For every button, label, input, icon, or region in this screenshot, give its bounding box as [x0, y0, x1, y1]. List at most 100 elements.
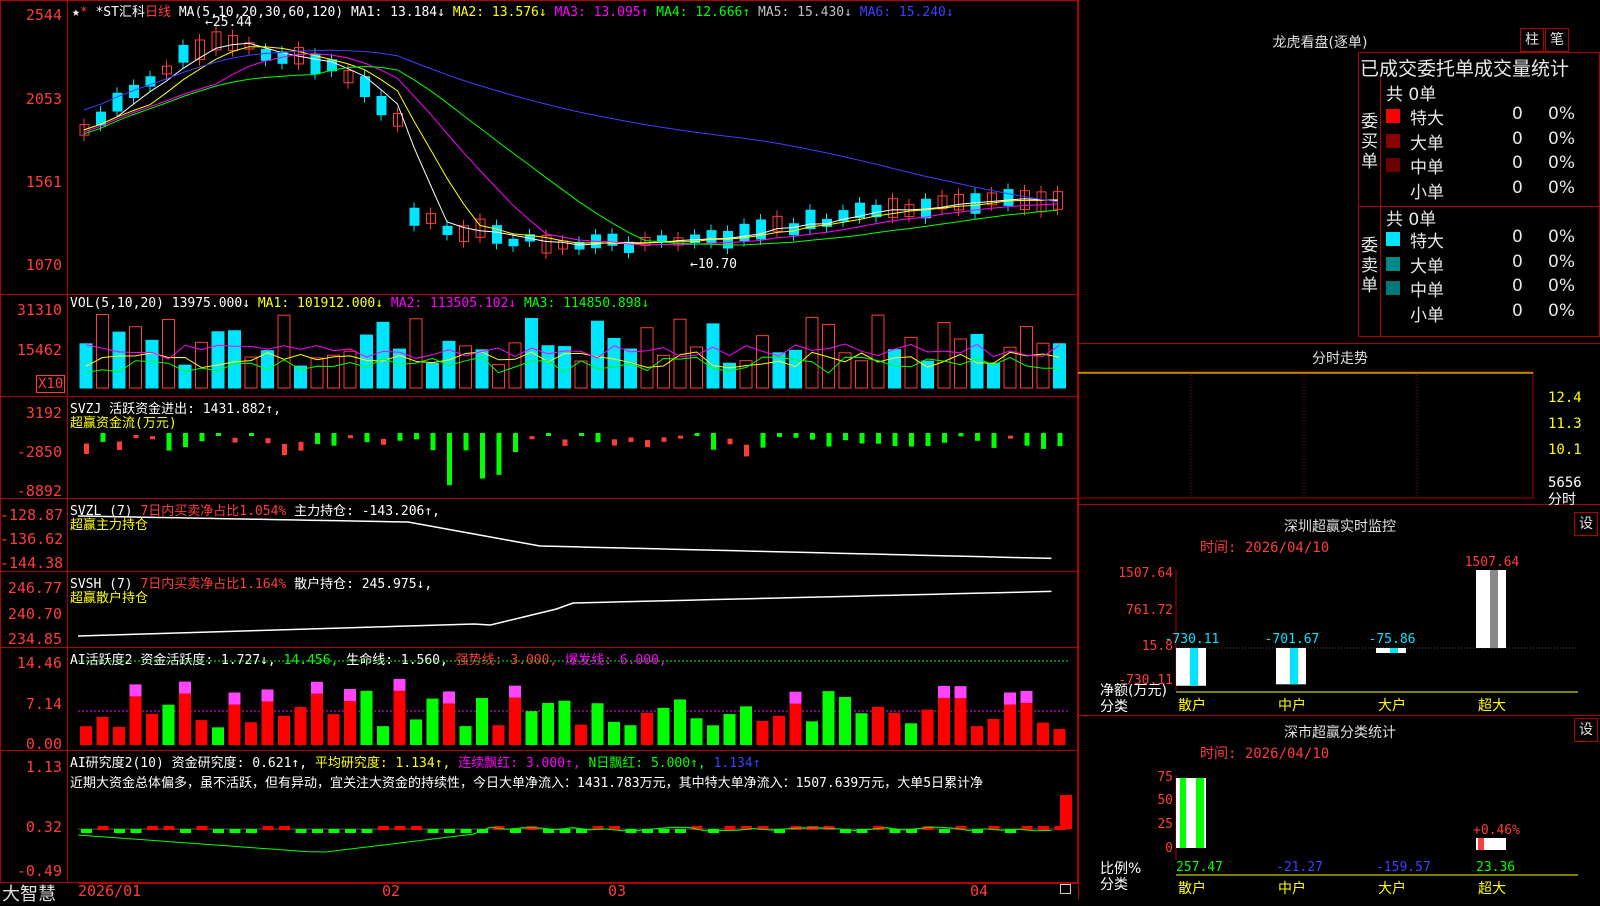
candle-body [508, 238, 519, 247]
volume-bar [129, 326, 142, 389]
flow-bar [694, 433, 700, 436]
volume-bar [558, 346, 571, 389]
classify-ytick: 0 [1165, 841, 1173, 856]
flow-bar [546, 433, 551, 436]
flow-bar [364, 433, 370, 443]
classify-ytick: 50 [1157, 793, 1173, 808]
flow-bar [628, 437, 634, 443]
ma-line [83, 42, 1058, 246]
volume-bar [327, 354, 340, 389]
research-bar [394, 826, 406, 830]
research-bar [361, 829, 373, 833]
activity-bar [723, 714, 736, 745]
flow-bar [744, 444, 749, 457]
research-bar [213, 829, 224, 833]
activity-bar [525, 711, 538, 745]
classify-ytick: 25 [1157, 817, 1173, 832]
research-bar [411, 826, 422, 830]
volume-bar [310, 357, 324, 389]
candle-body [409, 207, 420, 226]
research-bar [97, 826, 109, 830]
volume-bar [706, 323, 720, 389]
research-bar [427, 829, 439, 833]
activity-bar [146, 713, 158, 745]
activity-bar [360, 690, 373, 745]
flow-bar [414, 433, 419, 440]
activity-bar [641, 712, 653, 745]
activity-bar [179, 693, 191, 745]
classify-value: -159.57 [1376, 860, 1431, 875]
candle-body [310, 53, 321, 75]
flow-bar [529, 436, 535, 440]
activity-bar [954, 698, 967, 745]
flow-bar [430, 433, 436, 451]
flow-bar [249, 433, 254, 436]
candle-body [1003, 189, 1014, 206]
volume-bar [145, 339, 159, 389]
volume-bar [987, 362, 1000, 389]
activity-bar [492, 725, 505, 745]
activity-bar [245, 722, 257, 745]
candle-body [657, 235, 667, 243]
candle-body [178, 44, 189, 63]
activity-top [311, 681, 323, 694]
activity-bar [212, 727, 224, 745]
stock-chart-canvas: ←25.44 ←10.70 [77, 15, 1072, 853]
activity-bar [1053, 729, 1066, 745]
activity-bar [393, 690, 406, 745]
flow-bar [84, 443, 89, 454]
activity-top [1020, 690, 1033, 703]
activity-bar [476, 698, 488, 745]
volume-bar [921, 360, 934, 389]
activity-bar [938, 697, 950, 745]
activity-bar [327, 714, 340, 745]
volume-bar [409, 318, 423, 389]
flow-bar [348, 435, 353, 439]
research-bar [658, 829, 670, 833]
flow-bar [1057, 433, 1063, 447]
monitor-ytick: 1507.64 [1118, 566, 1173, 581]
monitor-value: 1507.64 [1465, 555, 1520, 570]
flow-bar [645, 440, 650, 448]
research-bar [180, 829, 191, 833]
flow-bar [232, 437, 238, 443]
main-holding-line [77, 515, 1052, 560]
activity-bar [558, 700, 571, 745]
flow-bar [975, 433, 980, 441]
activity-bar [1020, 702, 1033, 745]
flow-bar [331, 433, 337, 446]
research-bar [378, 826, 389, 830]
volume-bar [162, 318, 175, 389]
research-bar [1060, 795, 1072, 829]
volume-bar [838, 352, 852, 389]
monitor-category: 中户 [1278, 697, 1306, 714]
flow-bar [612, 439, 617, 446]
low-label: ←10.70 [690, 257, 737, 272]
monitor-bar-stripe [1390, 648, 1398, 653]
classify-value: 23.36 [1476, 860, 1515, 875]
flow-bar [1041, 433, 1046, 449]
research-bar [675, 829, 686, 833]
activity-bar [773, 715, 785, 745]
flow-bar [166, 433, 172, 451]
classify-category: 超大 [1478, 881, 1506, 897]
activity-bar [228, 704, 241, 745]
research-bar [114, 829, 125, 833]
activity-bar [608, 721, 620, 745]
candle-body [442, 225, 453, 235]
research-bar [345, 829, 356, 833]
activity-bar [443, 703, 455, 745]
activity-bar [971, 726, 983, 745]
classify-value: -21.27 [1276, 860, 1323, 875]
classify-note: +0.46% [1473, 823, 1520, 838]
activity-bar [756, 720, 769, 745]
classify-category: 中户 [1278, 880, 1306, 897]
volume-bar [426, 362, 439, 389]
monitor-category: 散户 [1178, 697, 1206, 714]
flow-bar [265, 438, 271, 444]
volume-bar [475, 349, 489, 389]
volume-bar [459, 345, 472, 389]
classify-category: 大户 [1378, 880, 1406, 897]
flow-bar [595, 433, 601, 443]
monitor-value: -730.11 [1165, 632, 1220, 647]
